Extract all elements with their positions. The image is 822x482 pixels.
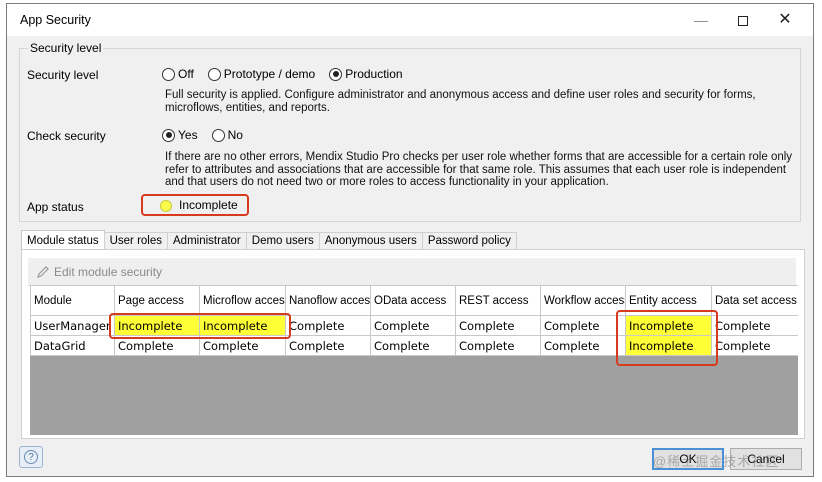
tab-demo-users[interactable]: Demo users (245, 232, 320, 250)
tab-administrator[interactable]: Administrator (167, 232, 247, 250)
security-level-group: Security level Security level Off Protot… (19, 41, 801, 222)
app-status-label: App status (27, 200, 84, 214)
column-header[interactable]: Workflow access (540, 285, 626, 316)
title-bar: App Security — ✕ (7, 4, 813, 36)
table-cell[interactable]: Complete (370, 315, 456, 336)
group-title: Security level (28, 41, 104, 55)
radio-production-indicator[interactable] (329, 67, 343, 81)
table-row[interactable]: UserManager Incomplete Incomplete Comple… (30, 315, 798, 336)
column-header[interactable]: Module (30, 285, 115, 316)
tab-password-policy[interactable]: Password policy (421, 232, 517, 250)
column-header[interactable]: Nanoflow access (285, 285, 371, 316)
module-status-grid: Module Page access Microflow access Nano… (30, 285, 798, 435)
table-cell[interactable]: Incomplete (199, 315, 286, 336)
maximize-icon (738, 16, 748, 27)
table-cell[interactable]: Complete (540, 315, 626, 336)
radio-off-indicator[interactable] (162, 67, 175, 81)
table-cell[interactable]: Complete (711, 335, 798, 356)
radio-no-indicator[interactable] (211, 128, 225, 142)
radio-prototype-indicator[interactable] (207, 67, 221, 81)
radio-production[interactable]: Production (329, 67, 403, 81)
maximize-button[interactable] (723, 8, 763, 32)
tab-module-status[interactable]: Module status (21, 230, 105, 250)
security-level-description: Full security is applied. Configure admi… (165, 89, 756, 114)
column-header[interactable]: Data set access (711, 285, 798, 316)
column-header[interactable]: Entity access (625, 285, 712, 316)
table-cell[interactable]: Incomplete (114, 315, 200, 336)
table-cell[interactable]: UserManager (30, 315, 115, 336)
column-header[interactable]: Microflow access (199, 285, 286, 316)
close-button[interactable]: ✕ (765, 8, 805, 32)
check-security-label: Check security (27, 129, 106, 143)
status-dot-icon (160, 200, 172, 212)
table-cell[interactable]: Incomplete (625, 335, 712, 356)
column-header[interactable]: Page access (114, 285, 200, 316)
table-cell[interactable]: Complete (540, 335, 626, 356)
radio-off[interactable]: Off (162, 67, 194, 81)
table-cell[interactable]: Incomplete (625, 315, 712, 336)
column-header[interactable]: OData access (370, 285, 456, 316)
module-toolbar: Edit module security (28, 258, 796, 286)
check-security-radio-group: Yes No (162, 128, 253, 142)
table-cell[interactable]: Complete (285, 335, 371, 356)
help-button[interactable]: ? (19, 446, 43, 468)
radio-yes-indicator[interactable] (162, 128, 175, 142)
table-cell[interactable]: Complete (114, 335, 200, 356)
table-cell[interactable]: Complete (455, 335, 541, 356)
column-header[interactable]: REST access (455, 285, 541, 316)
tab-anonymous-users[interactable]: Anonymous users (318, 232, 423, 250)
window-title: App Security (20, 13, 91, 27)
pencil-icon (37, 266, 49, 278)
module-status-table: Module Page access Microflow access Nano… (30, 285, 798, 356)
minimize-button[interactable]: — (681, 8, 721, 32)
radio-yes[interactable]: Yes (162, 128, 198, 142)
check-security-description: If there are no other errors, Mendix Stu… (165, 151, 793, 188)
table-cell[interactable]: Complete (455, 315, 541, 336)
edit-module-security-button[interactable]: Edit module security (36, 265, 162, 279)
table-header-row: Module Page access Microflow access Nano… (30, 285, 798, 316)
radio-no[interactable]: No (211, 128, 243, 142)
radio-prototype-demo[interactable]: Prototype / demo (207, 67, 315, 81)
table-cell[interactable]: Complete (285, 315, 371, 336)
app-security-dialog: App Security — ✕ Security level Security… (6, 3, 814, 477)
table-cell[interactable]: Complete (711, 315, 798, 336)
help-icon: ? (24, 450, 38, 464)
table-cell[interactable]: DataGrid (30, 335, 115, 356)
module-status-panel: Edit module security Module Page access … (21, 249, 805, 439)
table-cell[interactable]: Complete (370, 335, 456, 356)
table-row[interactable]: DataGrid Complete Complete Complete Comp… (30, 335, 798, 356)
app-status-indicator: Incomplete (141, 194, 249, 216)
watermark-text: @稀土掘金技术社区 (653, 454, 780, 469)
security-level-radio-group: Off Prototype / demo Production (162, 67, 413, 81)
security-level-label: Security level (27, 68, 99, 82)
tab-user-roles[interactable]: User roles (103, 232, 169, 250)
table-cell[interactable]: Complete (199, 335, 286, 356)
tab-strip: Module status User roles Administrator D… (21, 230, 517, 250)
app-status-value: Incomplete (179, 198, 238, 212)
